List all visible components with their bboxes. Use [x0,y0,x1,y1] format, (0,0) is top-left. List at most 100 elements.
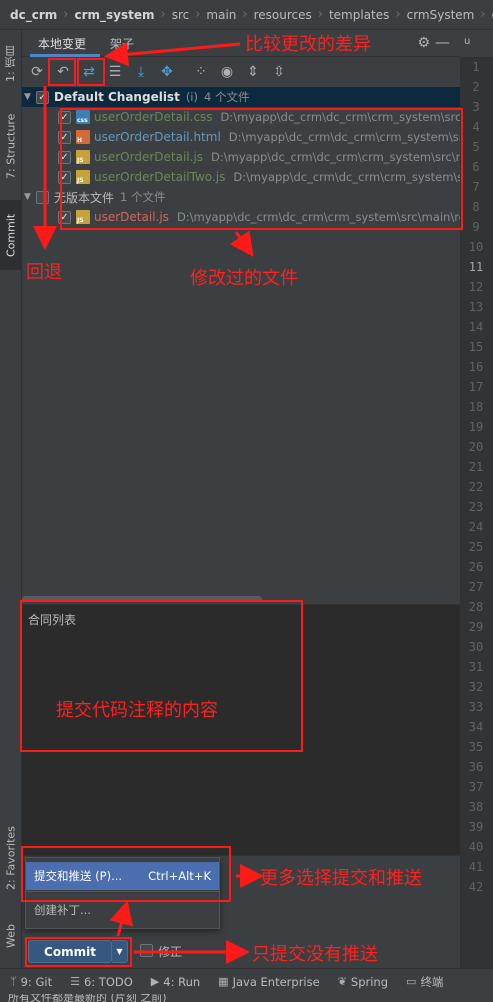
line-number: 29 [468,620,484,634]
annotation-box-files [60,108,463,230]
chevron-right-icon: › [195,7,201,22]
tool-tab-label: Web [4,924,18,948]
line-number: 8 [472,200,480,214]
status-bar: 所有文件都是最新的 (片刻 之前) [0,994,493,1002]
line-number: 31 [468,660,484,674]
line-number: 3 [472,100,480,114]
changelist-name: Default Changelist [54,90,180,104]
chevron-right-icon: › [317,7,323,22]
line-number: 14 [468,320,484,334]
breadcrumb-item[interactable]: crm_system [74,8,154,22]
tool-label: Spring [350,974,389,989]
move-icon[interactable]: ✥ [156,61,178,83]
amend-label: 修正 [158,945,183,959]
tool-todo[interactable]: ☰ 6: TODO [70,975,133,989]
line-number: 39 [468,820,484,834]
annotation-commit-comment: 提交代码注释的内容 [56,700,218,721]
amend-checkbox[interactable]: ✓ [140,944,153,957]
line-number: 25 [468,540,484,554]
tool-label: 终端 [420,974,444,989]
status-text: 所有文件都是最新的 (片刻 之前) [8,994,167,1002]
changelist-row[interactable]: ▼ ✓ Default Changelist (i) 4 个文件 [22,87,460,107]
tab-shelf[interactable]: 架子 [110,35,134,52]
tool-label: Java Enterprise [232,974,320,989]
line-number: 15 [468,340,484,354]
commit-tab-bar: 本地变更 架子 ⚙ — [22,30,460,57]
tool-java-enterprise[interactable]: ▦ Java Enterprise [218,975,320,989]
refresh-icon[interactable]: ⟳ [26,61,48,83]
line-number: 12 [468,280,484,294]
tool-terminal[interactable]: ▭ 终端 [406,974,443,990]
line-number: 37 [468,780,484,794]
chevron-right-icon: › [242,7,248,22]
line-number: 18 [468,400,484,414]
tool-tab-label: 1: 项目 [4,45,17,83]
tab-local-changes[interactable]: 本地变更 [38,35,86,52]
editor-tab[interactable]: u [464,36,493,54]
collapse-all-icon[interactable]: ⇳ [268,61,290,83]
minimize-icon[interactable]: — [435,33,450,51]
annotation-box-diff [77,58,105,86]
tool-tab-structure[interactable]: 7: Structure [0,104,22,188]
chevron-down-icon[interactable]: ▼ [24,92,36,102]
java-enterprise-icon: ▦ [218,975,229,988]
line-number: 30 [468,640,484,654]
tool-label: 9: Git [20,974,53,989]
terminal-icon: ▭ [406,975,417,988]
eye-icon[interactable]: ◉ [216,61,238,83]
menu-item-label: 创建补丁... [34,903,91,917]
line-number: 22 [468,480,484,494]
changelist-count: 4 个文件 [203,90,250,104]
update-icon[interactable]: ⤓ [130,61,152,83]
line-number: 13 [468,300,484,314]
annotation-commit-only: 只提交没有推送 [252,944,378,965]
changelist-icon[interactable]: ☰ [104,61,126,83]
annotation-diff: 比较更改的差异 [245,34,371,55]
line-number: 33 [468,700,484,714]
chevron-right-icon: › [395,7,401,22]
tool-label: 6: TODO [83,974,133,989]
chevron-right-icon: › [160,7,166,22]
line-number: 27 [468,580,484,594]
breadcrumb-item[interactable]: templates [329,8,389,22]
git-branch-icon: ᛘ [10,975,17,988]
tool-tab-favorites[interactable]: 2: Favorites [0,816,22,900]
line-number: 36 [468,760,484,774]
tool-tab-label: 7: Structure [4,113,18,179]
line-number: 5 [472,140,480,154]
gear-icon[interactable]: ⚙ [417,35,430,51]
chevron-down-icon[interactable]: ▼ [24,192,36,202]
group-by-icon[interactable]: ⁘ [190,61,212,83]
tool-window-bar: ᛘ 9: Git ☰ 6: TODO ▶ 4: Run ▦ Java Enterpris… [0,968,493,994]
line-number: 7 [472,180,480,194]
breadcrumb-item[interactable]: src [172,8,190,22]
line-number: 42 [468,880,484,894]
tool-run[interactable]: ▶ 4: Run [151,975,200,989]
tool-spring[interactable]: ❦ Spring [338,975,388,989]
breadcrumb-item[interactable]: dc_crm [10,8,57,22]
tool-tab-commit[interactable]: Commit [0,200,22,270]
play-icon: ▶ [150,975,160,988]
breadcrumb-item[interactable]: main [206,8,236,22]
line-number: 40 [468,840,484,854]
line-number: 17 [468,380,484,394]
tool-tab-project[interactable]: 1: 项目 [0,36,22,92]
line-number: 21 [468,460,484,474]
editor-tab-bar: u [460,30,493,58]
tool-tab-web[interactable]: Web [0,910,22,962]
breadcrumb-item[interactable]: crmSystem [407,8,475,22]
breadcrumb-item[interactable]: resources [254,8,312,22]
annotation-rollback: 回退 [26,262,62,283]
tool-git[interactable]: ᛘ 9: Git [10,975,52,989]
line-number: 1 [472,60,480,74]
expand-all-icon[interactable]: ⇕ [242,61,264,83]
breadcrumb: dc_crm › crm_system › src › main › resources… [0,0,493,30]
checkbox[interactable]: ✓ [36,190,49,204]
left-tool-stripe: 1: 项目 7: Structure Commit 2: Favorites W… [0,30,22,968]
line-number: 6 [472,160,480,174]
chevron-right-icon: › [63,7,69,22]
checkbox[interactable]: ✓ [36,90,49,104]
annotation-more-options: 更多选择提交和推送 [260,868,422,889]
line-number: 26 [468,560,484,574]
line-number: 20 [468,440,484,454]
